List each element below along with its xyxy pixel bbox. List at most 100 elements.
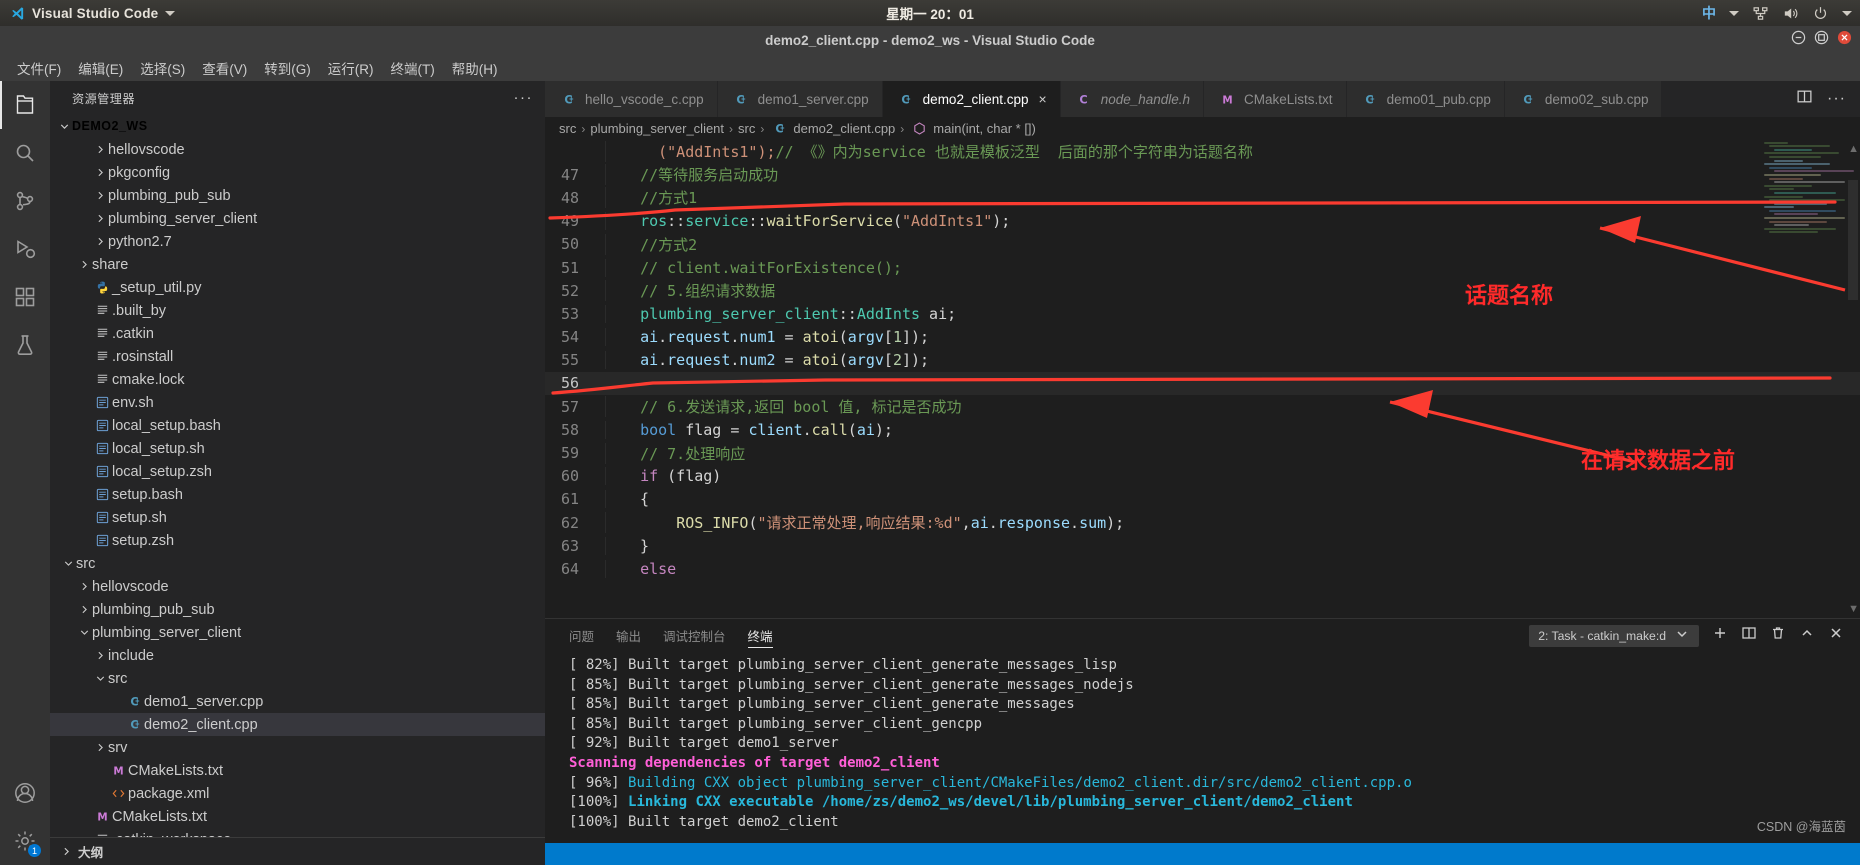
code-line[interactable]: 61 { <box>545 488 1860 511</box>
tree-item[interactable]: srv <box>50 736 545 759</box>
breadcrumb[interactable]: src › plumbing_server_client › src › Cdemo2_cl… <box>545 117 1860 140</box>
kill-terminal-icon[interactable] <box>1770 625 1786 646</box>
editor-tab[interactable]: Chello_vscode_c.cpp <box>545 81 718 117</box>
activity-extensions-icon[interactable] <box>0 273 50 321</box>
ime-chevron-down-icon[interactable] <box>1729 10 1739 16</box>
minimize-button[interactable] <box>1791 30 1806 50</box>
editor-tab[interactable]: Cdemo02_sub.cpp <box>1504 81 1663 117</box>
activity-run-debug-icon[interactable] <box>0 225 50 273</box>
code-line[interactable]: 50 //方式2 <box>545 233 1860 256</box>
menu-run[interactable]: 运行(R) <box>321 55 381 81</box>
tree-item[interactable]: share <box>50 253 545 276</box>
tree-item[interactable]: include <box>50 644 545 667</box>
tab-close-icon[interactable]: × <box>1039 91 1047 107</box>
tree-item[interactable]: plumbing_pub_sub <box>50 598 545 621</box>
tree-item[interactable]: .built_by <box>50 299 545 322</box>
tree-item[interactable]: _setup_util.py <box>50 276 545 299</box>
tree-item[interactable]: setup.bash <box>50 483 545 506</box>
file-tree[interactable]: hellovscode pkgconfig plumbing_pub_sub plum… <box>50 138 545 865</box>
menu-view[interactable]: 查看(V) <box>195 55 254 81</box>
code-line[interactable]: 55 ai.request.num2 = atoi(argv[2]); <box>545 349 1860 372</box>
panel-tab-terminal[interactable]: 终端 <box>747 619 773 652</box>
code-line[interactable]: 54 ai.request.num1 = atoi(argv[1]); <box>545 326 1860 349</box>
tree-item[interactable]: setup.zsh <box>50 529 545 552</box>
code-line[interactable]: 62 ROS_INFO("请求正常处理,响应结果:%d",ai.response… <box>545 511 1860 534</box>
code-line[interactable]: 56 <box>545 371 1860 396</box>
code-line[interactable]: 49 ros::service::waitForService("AddInts… <box>545 210 1860 233</box>
tree-item[interactable]: hellovscode <box>50 575 545 598</box>
menu-go[interactable]: 转到(G) <box>257 55 318 81</box>
code-line[interactable]: 60 if (flag) <box>545 465 1860 488</box>
panel-tab-problems[interactable]: 问题 <box>569 619 594 652</box>
workspace-root-row[interactable]: DEMO2_WS <box>50 114 545 138</box>
code-line[interactable]: 52 // 5.组织请求数据 <box>545 279 1860 302</box>
editor-tab[interactable]: Cnode_handle.h <box>1060 81 1205 117</box>
tree-item[interactable]: .rosinstall <box>50 345 545 368</box>
ime-indicator[interactable]: 中 <box>1702 3 1716 23</box>
tree-item[interactable]: local_setup.sh <box>50 437 545 460</box>
code-line[interactable]: 63 } <box>545 534 1860 557</box>
tree-item[interactable]: .catkin <box>50 322 545 345</box>
tray-chevron-down-icon[interactable] <box>1842 10 1852 16</box>
menu-terminal[interactable]: 终端(T) <box>384 55 442 81</box>
close-panel-icon[interactable] <box>1828 625 1844 646</box>
desktop-clock[interactable]: 星期一 20：01 <box>0 3 1860 23</box>
code-line[interactable]: 57 // 6.发送请求,返回 bool 值, 标记是否成功 <box>545 395 1860 418</box>
panel-tab-debug-console[interactable]: 调试控制台 <box>663 619 726 652</box>
terminal-output[interactable]: [ 82%] Built target plumbing_server_clie… <box>545 652 1860 843</box>
code-line[interactable]: 64 else <box>545 557 1860 580</box>
tree-item[interactable]: M CMakeLists.txt <box>50 805 545 828</box>
code-line[interactable]: 48 //方式1 <box>545 186 1860 209</box>
tree-item[interactable]: cmake.lock <box>50 368 545 391</box>
chevron-up-icon[interactable] <box>1799 625 1815 646</box>
menu-selection[interactable]: 选择(S) <box>133 55 192 81</box>
editor-tab[interactable]: M CMakeLists.txt <box>1204 81 1347 117</box>
network-icon[interactable] <box>1752 5 1769 22</box>
code-line[interactable]: 53 plumbing_server_client::AddInts ai; <box>545 302 1860 325</box>
code-editor[interactable]: ("AddInts1");// 《》内为service 也就是模板泛型 后面的那… <box>545 140 1860 618</box>
tree-item[interactable]: setup.sh <box>50 506 545 529</box>
volume-icon[interactable] <box>1782 5 1799 22</box>
sidebar-more-actions-icon[interactable]: ··· <box>514 89 534 106</box>
code-line[interactable]: 58 bool flag = client.call(ai); <box>545 418 1860 441</box>
activity-account-icon[interactable] <box>0 769 50 817</box>
activity-source-control-icon[interactable] <box>0 177 50 225</box>
tree-item[interactable]: plumbing_pub_sub <box>50 184 545 207</box>
editor-scrollbar[interactable]: ▲ ▼ <box>1846 140 1860 618</box>
editor-tab[interactable]: Cdemo1_server.cpp <box>717 81 883 117</box>
breadcrumb-item[interactable]: src <box>738 121 755 136</box>
menu-help[interactable]: 帮助(H) <box>445 55 505 81</box>
tree-item[interactable]: env.sh <box>50 391 545 414</box>
close-button[interactable] <box>1837 30 1852 50</box>
more-actions-icon[interactable]: ··· <box>1827 90 1846 108</box>
scroll-up-arrow-icon[interactable]: ▲ <box>1848 143 1859 155</box>
tree-item[interactable]: local_setup.zsh <box>50 460 545 483</box>
tree-item[interactable]: local_setup.bash <box>50 414 545 437</box>
outline-section[interactable]: 大纲 <box>50 837 545 865</box>
tree-item[interactable]: Cdemo2_client.cpp <box>50 713 545 736</box>
tree-item[interactable]: package.xml <box>50 782 545 805</box>
activity-explorer-icon[interactable] <box>0 81 50 129</box>
editor-tab[interactable]: Cdemo01_pub.cpp <box>1346 81 1505 117</box>
tree-item[interactable]: pkgconfig <box>50 161 545 184</box>
tree-item[interactable]: M CMakeLists.txt <box>50 759 545 782</box>
tree-item[interactable]: hellovscode <box>50 138 545 161</box>
activity-testing-icon[interactable] <box>0 321 50 369</box>
scroll-down-arrow-icon[interactable]: ▼ <box>1848 603 1859 615</box>
breadcrumb-item[interactable]: main(int, char * []) <box>909 121 1036 136</box>
status-bar[interactable] <box>545 843 1860 865</box>
tree-item[interactable]: plumbing_server_client <box>50 621 545 644</box>
maximize-button[interactable] <box>1814 30 1829 50</box>
menu-edit[interactable]: 编辑(E) <box>71 55 130 81</box>
terminal-selector-dropdown[interactable]: 2: Task - catkin_make:d <box>1529 624 1699 647</box>
split-terminal-icon[interactable] <box>1741 625 1757 646</box>
add-terminal-icon[interactable] <box>1712 625 1728 646</box>
code-line[interactable]: ("AddInts1");// 《》内为service 也就是模板泛型 后面的那… <box>545 140 1860 163</box>
minimap[interactable] <box>1760 140 1854 280</box>
editor-tab[interactable]: Cdemo2_client.cpp × <box>882 81 1061 117</box>
tree-item[interactable]: Cdemo1_server.cpp <box>50 690 545 713</box>
editor-tabs[interactable]: Chello_vscode_c.cpp Cdemo1_server.cpp Cdem… <box>545 81 1860 117</box>
breadcrumb-item[interactable]: plumbing_server_client <box>590 121 724 136</box>
code-line[interactable]: 47 //等待服务启动成功 <box>545 163 1860 186</box>
activity-settings-gear-icon[interactable]: 1 <box>0 817 50 865</box>
